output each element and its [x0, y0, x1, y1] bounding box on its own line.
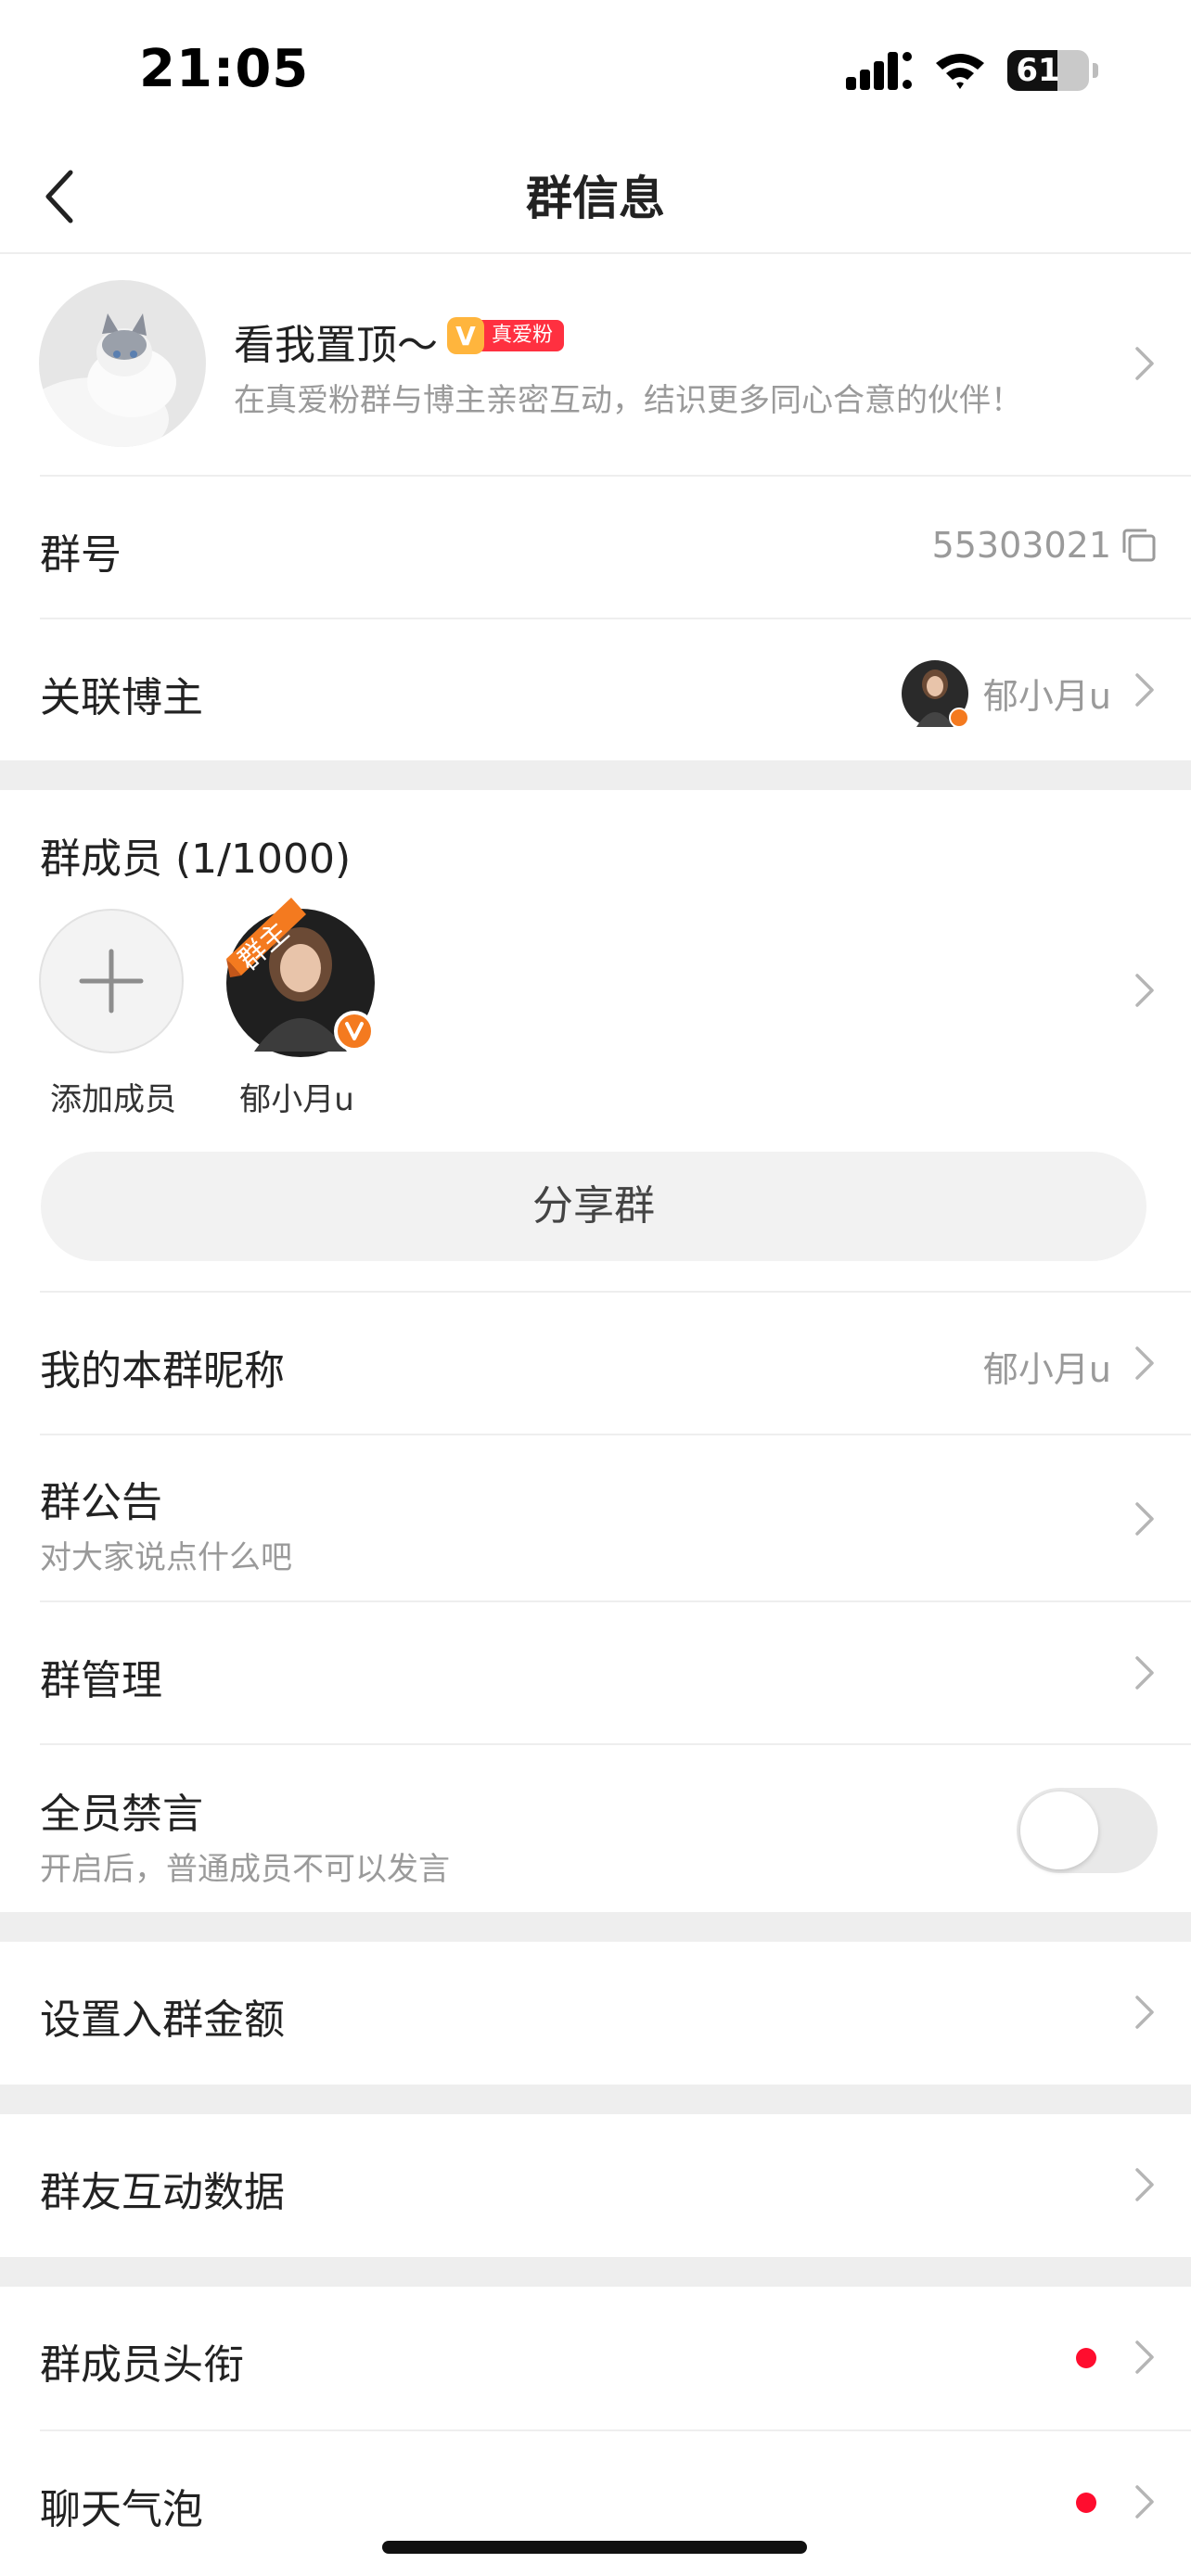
- chevron-right-icon: [1135, 974, 1154, 1007]
- group-name: 看我置顶～: [234, 322, 438, 369]
- copy-icon[interactable]: [1121, 527, 1158, 564]
- battery-percent: 61: [1016, 52, 1060, 89]
- announcement-label: 群公告: [40, 1479, 162, 1526]
- section-gap: [0, 760, 1191, 790]
- group-description: 在真爱粉群与博主亲密互动，结识更多同心合意的伙伴！: [234, 382, 1022, 419]
- my-nickname-row[interactable]: 我的本群昵称 郁小月u: [0, 1293, 1191, 1434]
- announcement-row[interactable]: 群公告 对大家说点什么吧: [0, 1435, 1191, 1600]
- entry-fee-label: 设置入群金额: [40, 1996, 285, 2044]
- member-titles-row[interactable]: 群成员头衔: [0, 2287, 1191, 2429]
- section-gap: [0, 1912, 1191, 1942]
- group-management-row[interactable]: 群管理: [0, 1602, 1191, 1743]
- add-member-label: 添加成员: [50, 1081, 176, 1118]
- interaction-data-row[interactable]: 群友互动数据: [0, 2114, 1191, 2257]
- chat-bubble-row[interactable]: 聊天气泡: [0, 2431, 1191, 2576]
- group-number-value: 55303021: [931, 525, 1111, 566]
- page-title: 群信息: [526, 172, 665, 225]
- entry-fee-row[interactable]: 设置入群金额: [0, 1942, 1191, 2085]
- group-management-label: 群管理: [40, 1657, 162, 1704]
- true-fan-badge: V 真爱粉: [447, 317, 565, 354]
- plus-icon: [79, 949, 144, 1014]
- mute-all-toggle[interactable]: [1017, 1788, 1158, 1873]
- my-nickname-label: 我的本群昵称: [40, 1347, 285, 1395]
- linked-blogger-name: 郁小月u: [982, 676, 1111, 717]
- chevron-right-icon: [1135, 1996, 1154, 2029]
- chat-bubble-label: 聊天气泡: [40, 2486, 203, 2533]
- battery-icon: 61: [1007, 50, 1089, 91]
- chevron-right-icon: [1135, 2168, 1154, 2201]
- chevron-right-icon: [1135, 1502, 1154, 1536]
- linked-blogger-row[interactable]: 关联博主 郁小月u: [0, 619, 1191, 760]
- member-owner-avatar[interactable]: 群主: [226, 898, 375, 1057]
- chevron-right-icon: [1135, 2485, 1154, 2519]
- member-titles-label: 群成员头衔: [40, 2341, 244, 2389]
- true-fan-label: 真爱粉: [475, 320, 565, 351]
- mute-all-label: 全员禁言: [40, 1791, 203, 1838]
- group-number-label: 群号: [40, 531, 122, 579]
- members-title: 群成员 (1/1000): [40, 835, 352, 883]
- group-avatar: [39, 280, 206, 447]
- nav-bar: 群信息: [0, 139, 1191, 254]
- section-gap: [0, 2085, 1191, 2114]
- toggle-knob: [1020, 1792, 1098, 1869]
- wifi-icon: [936, 54, 984, 89]
- add-member-button[interactable]: [39, 909, 184, 1053]
- battery-cap: [1093, 63, 1098, 78]
- chevron-right-icon: [1135, 673, 1154, 707]
- v-badge-icon: V: [447, 317, 484, 354]
- chevron-right-icon: [1135, 1346, 1154, 1380]
- new-indicator-dot: [1076, 2493, 1096, 2513]
- chevron-right-icon: [1135, 347, 1154, 380]
- share-group-button[interactable]: 分享群: [41, 1152, 1146, 1261]
- home-indicator: [382, 2541, 807, 2554]
- announcement-sub: 对大家说点什么吧: [40, 1539, 292, 1576]
- mute-all-row: 全员禁言 开启后，普通成员不可以发言: [0, 1745, 1191, 1912]
- status-time: 21:05: [139, 39, 310, 99]
- mute-all-sub: 开启后，普通成员不可以发言: [40, 1851, 450, 1888]
- linked-blogger-label: 关联博主: [40, 674, 203, 721]
- status-icons: 61: [846, 45, 1098, 96]
- new-indicator-dot: [1076, 2348, 1096, 2368]
- chevron-right-icon: [1135, 2340, 1154, 2374]
- section-gap: [0, 2257, 1191, 2287]
- group-number-row: 群号 55303021: [0, 477, 1191, 618]
- my-nickname-value: 郁小月u: [982, 1349, 1111, 1390]
- cellular-signal-icon: [846, 52, 912, 90]
- interaction-data-label: 群友互动数据: [40, 2169, 285, 2216]
- owner-name: 郁小月u: [239, 1081, 354, 1118]
- blogger-avatar: [902, 660, 969, 728]
- chevron-right-icon: [1135, 1656, 1154, 1690]
- status-bar: 21:05 61: [0, 0, 1191, 139]
